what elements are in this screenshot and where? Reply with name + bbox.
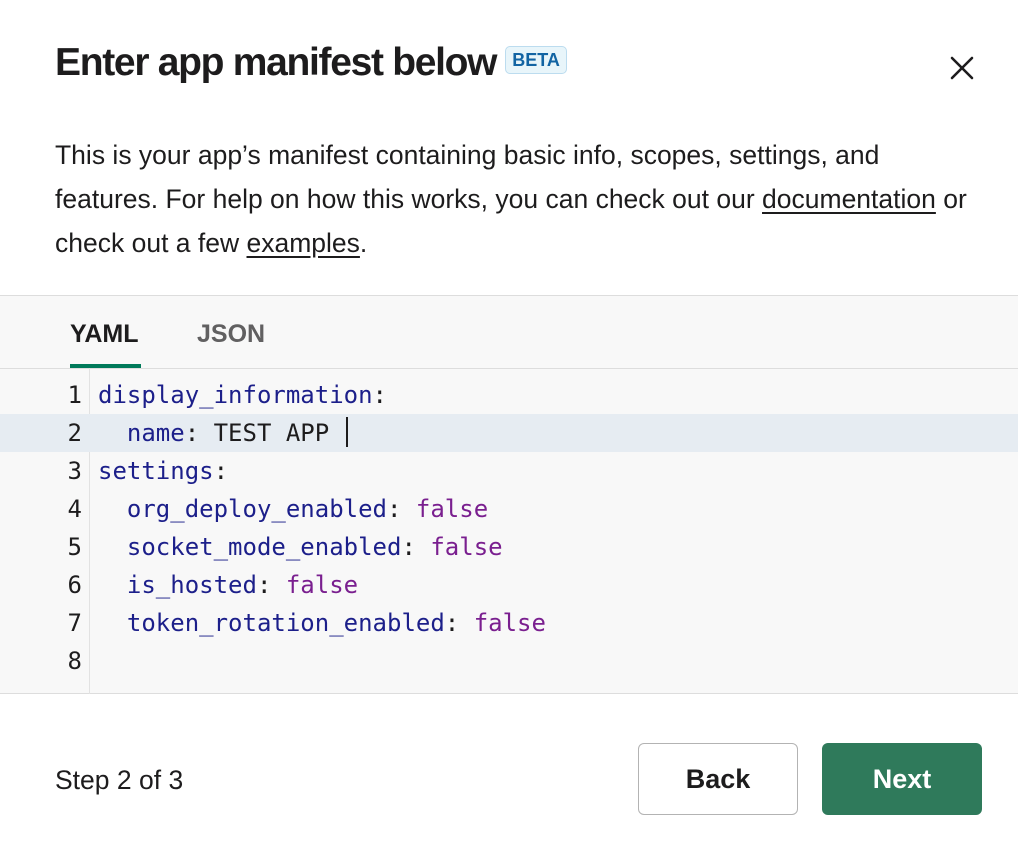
yaml-colon: : xyxy=(372,381,387,409)
code-line[interactable]: 1 display_information: xyxy=(0,376,1018,414)
close-icon xyxy=(950,56,974,80)
line-number: 3 xyxy=(67,457,82,485)
yaml-key: socket_mode_enabled xyxy=(126,533,402,561)
active-tab-indicator xyxy=(70,364,141,368)
line-number: 4 xyxy=(67,495,82,523)
code-line[interactable]: 6 is_hosted: false xyxy=(0,566,1018,604)
step-indicator: Step 2 of 3 xyxy=(55,765,184,795)
yaml-key: is_hosted xyxy=(126,571,257,599)
yaml-bool-value: false xyxy=(459,609,546,637)
beta-badge: BETA xyxy=(505,46,567,74)
close-button[interactable] xyxy=(944,50,980,86)
code-line[interactable]: 4 org_deploy_enabled: false xyxy=(0,490,1018,528)
line-number: 8 xyxy=(67,647,82,675)
yaml-key: org_deploy_enabled xyxy=(126,495,387,523)
code-line[interactable]: 2 name: TEST APP xyxy=(0,414,1018,452)
yaml-bool-value: false xyxy=(271,571,359,599)
manifest-modal: Enter app manifest below BETA This is yo… xyxy=(0,0,1018,848)
yaml-key: token_rotation_enabled xyxy=(126,609,445,637)
code-line-content: settings: xyxy=(98,452,228,490)
line-number: 6 xyxy=(67,571,82,599)
text-cursor xyxy=(345,417,348,447)
format-tabs: YAML JSON xyxy=(0,296,1018,369)
code-line-content: name: TEST APP xyxy=(98,414,348,452)
code-line-content: org_deploy_enabled: false xyxy=(98,490,488,528)
line-number: 7 xyxy=(67,609,82,637)
code-line-content: is_hosted: false xyxy=(98,566,358,604)
yaml-key: name xyxy=(126,419,185,447)
description-text: . xyxy=(359,228,368,258)
examples-link[interactable]: examples xyxy=(247,228,360,258)
code-line-content: display_information: xyxy=(98,376,387,414)
line-number: 5 xyxy=(67,533,82,561)
documentation-link[interactable]: documentation xyxy=(762,184,936,214)
code-editor[interactable]: 1 display_information: 2 name: TEST APP 3s… xyxy=(0,368,1018,694)
yaml-bool-value: false xyxy=(401,495,489,523)
yaml-colon: : xyxy=(444,609,460,637)
modal-header: Enter app manifest below BETA xyxy=(55,38,567,88)
yaml-bool-value: false xyxy=(415,533,503,561)
code-line[interactable]: 8 xyxy=(0,642,1018,680)
next-button[interactable]: Next xyxy=(822,743,982,815)
code-line[interactable]: 7 token_rotation_enabled: false xyxy=(0,604,1018,642)
yaml-colon: : xyxy=(213,457,229,485)
code-line-content: token_rotation_enabled: false xyxy=(98,604,546,642)
code-line[interactable]: 5 socket_mode_enabled: false xyxy=(0,528,1018,566)
yaml-value: TEST APP xyxy=(199,419,344,447)
yaml-colon: : xyxy=(256,571,272,599)
modal-title: Enter app manifest below xyxy=(55,41,498,84)
line-number: 1 xyxy=(67,381,82,409)
modal-description: This is your app’s manifest containing b… xyxy=(55,133,985,265)
code-line-content: socket_mode_enabled: false xyxy=(98,528,503,566)
yaml-colon: : xyxy=(387,495,402,523)
back-button[interactable]: Back xyxy=(638,743,798,815)
manifest-editor-panel: YAML JSON 1 display_information: 2 name: T… xyxy=(0,295,1018,694)
yaml-colon: : xyxy=(184,419,200,447)
yaml-key: display_information xyxy=(98,381,373,409)
description-text: This is your app’s manifest containing b… xyxy=(55,140,880,214)
code-line[interactable]: 3 settings: xyxy=(0,452,1018,490)
yaml-colon: : xyxy=(401,533,416,561)
tab-yaml[interactable]: YAML xyxy=(70,318,139,350)
tab-json[interactable]: JSON xyxy=(197,318,265,350)
yaml-key: settings xyxy=(98,457,214,485)
line-number: 2 xyxy=(67,419,82,447)
